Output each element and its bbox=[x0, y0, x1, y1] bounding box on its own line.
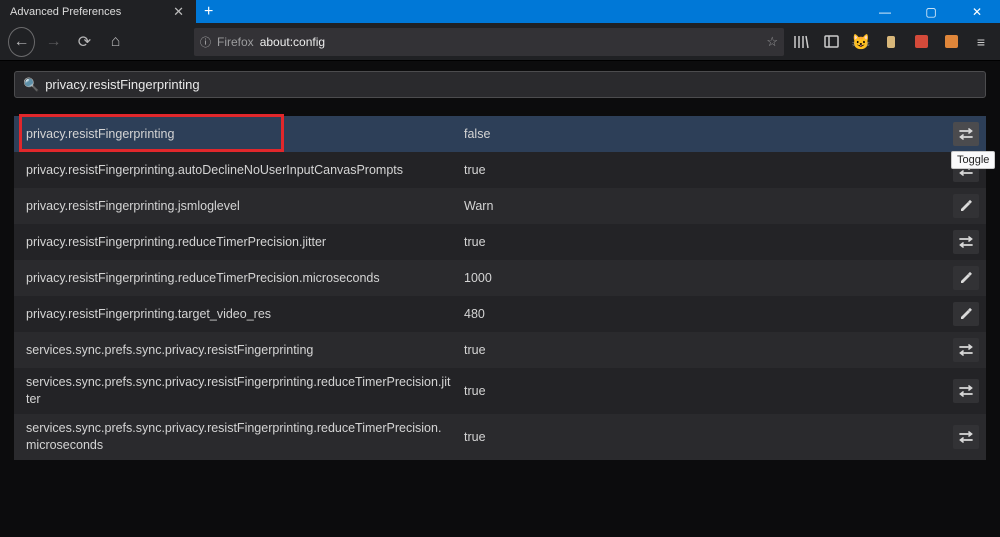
toolbar-right: 😺 ≡ bbox=[790, 31, 992, 53]
url-path: about:config bbox=[260, 35, 325, 49]
identity-icon[interactable]: ⓘ bbox=[200, 34, 211, 50]
close-tab-icon[interactable]: ✕ bbox=[169, 4, 188, 20]
pref-row[interactable]: services.sync.prefs.sync.privacy.resistF… bbox=[14, 332, 986, 368]
content-area: 🔍 privacy.resistFingerprintingfalsepriva… bbox=[0, 61, 1000, 470]
browser-tab[interactable]: Advanced Preferences ✕ bbox=[0, 0, 196, 23]
menu-button[interactable]: ≡ bbox=[970, 31, 992, 53]
ext-icon-2[interactable] bbox=[880, 31, 902, 53]
pref-name: privacy.resistFingerprinting.reduceTimer… bbox=[26, 234, 464, 251]
maximize-button[interactable]: ▢ bbox=[908, 0, 954, 23]
pref-name: privacy.resistFingerprinting.target_vide… bbox=[26, 306, 464, 323]
toggle-button[interactable] bbox=[953, 425, 979, 449]
pref-row[interactable]: privacy.resistFingerprintingfalse bbox=[14, 116, 986, 152]
titlebar: Advanced Preferences ✕ + — ▢ ✕ bbox=[0, 0, 1000, 23]
pref-table: privacy.resistFingerprintingfalseprivacy… bbox=[14, 116, 986, 460]
pref-value: Warn bbox=[464, 199, 946, 213]
pref-name: privacy.resistFingerprinting bbox=[26, 126, 464, 143]
pref-row[interactable]: services.sync.prefs.sync.privacy.resistF… bbox=[14, 368, 986, 414]
pref-name: privacy.resistFingerprinting.reduceTimer… bbox=[26, 270, 464, 287]
pref-row[interactable]: services.sync.prefs.sync.privacy.resistF… bbox=[14, 414, 986, 460]
tab-title: Advanced Preferences bbox=[10, 6, 121, 18]
window-controls: — ▢ ✕ bbox=[862, 0, 1000, 23]
pref-value: true bbox=[464, 384, 946, 398]
pref-value: true bbox=[464, 163, 946, 177]
new-tab-button[interactable]: + bbox=[196, 0, 221, 23]
url-bar[interactable]: ⓘ Firefox about:config ☆ bbox=[194, 28, 784, 56]
ext-icon-3[interactable] bbox=[910, 31, 932, 53]
pref-name: privacy.resistFingerprinting.autoDecline… bbox=[26, 162, 464, 179]
pref-row[interactable]: privacy.resistFingerprinting.reduceTimer… bbox=[14, 260, 986, 296]
pref-search-input[interactable] bbox=[45, 77, 977, 92]
pref-value: true bbox=[464, 430, 946, 444]
library-icon[interactable] bbox=[790, 31, 812, 53]
pref-name: privacy.resistFingerprinting.jsmloglevel bbox=[26, 198, 464, 215]
pref-row[interactable]: privacy.resistFingerprinting.target_vide… bbox=[14, 296, 986, 332]
edit-button[interactable] bbox=[953, 266, 979, 290]
url-host: Firefox bbox=[217, 35, 254, 49]
ext-icon-4[interactable] bbox=[940, 31, 962, 53]
bookmark-star-icon[interactable]: ☆ bbox=[766, 34, 778, 50]
reload-button[interactable]: ⟳ bbox=[72, 28, 97, 56]
edit-button[interactable] bbox=[953, 302, 979, 326]
pref-value: 1000 bbox=[464, 271, 946, 285]
pref-name: services.sync.prefs.sync.privacy.resistF… bbox=[26, 420, 464, 454]
minimize-button[interactable]: — bbox=[862, 0, 908, 23]
nav-toolbar: ← → ⟳ ⌂ ⓘ Firefox about:config ☆ 😺 ≡ bbox=[0, 23, 1000, 61]
forward-button[interactable]: → bbox=[41, 28, 66, 56]
pref-value: false bbox=[464, 127, 946, 141]
pref-name: services.sync.prefs.sync.privacy.resistF… bbox=[26, 342, 464, 359]
edit-button[interactable] bbox=[953, 194, 979, 218]
pref-row[interactable]: privacy.resistFingerprinting.autoDecline… bbox=[14, 152, 986, 188]
toggle-button[interactable] bbox=[953, 338, 979, 362]
pref-value: true bbox=[464, 343, 946, 357]
pref-value: true bbox=[464, 235, 946, 249]
close-window-button[interactable]: ✕ bbox=[954, 0, 1000, 23]
tooltip: Toggle bbox=[951, 151, 995, 169]
pref-name: services.sync.prefs.sync.privacy.resistF… bbox=[26, 374, 464, 408]
pref-value: 480 bbox=[464, 307, 946, 321]
search-icon: 🔍 bbox=[23, 77, 39, 93]
pref-search[interactable]: 🔍 bbox=[14, 71, 986, 98]
back-button[interactable]: ← bbox=[8, 27, 35, 57]
sidebar-icon[interactable] bbox=[820, 31, 842, 53]
toggle-button[interactable] bbox=[953, 122, 979, 146]
toggle-button[interactable] bbox=[953, 379, 979, 403]
home-button[interactable]: ⌂ bbox=[103, 28, 128, 56]
pref-row[interactable]: privacy.resistFingerprinting.reduceTimer… bbox=[14, 224, 986, 260]
ext-icon-1[interactable]: 😺 bbox=[850, 31, 872, 53]
toggle-button[interactable] bbox=[953, 230, 979, 254]
pref-row[interactable]: privacy.resistFingerprinting.jsmloglevel… bbox=[14, 188, 986, 224]
